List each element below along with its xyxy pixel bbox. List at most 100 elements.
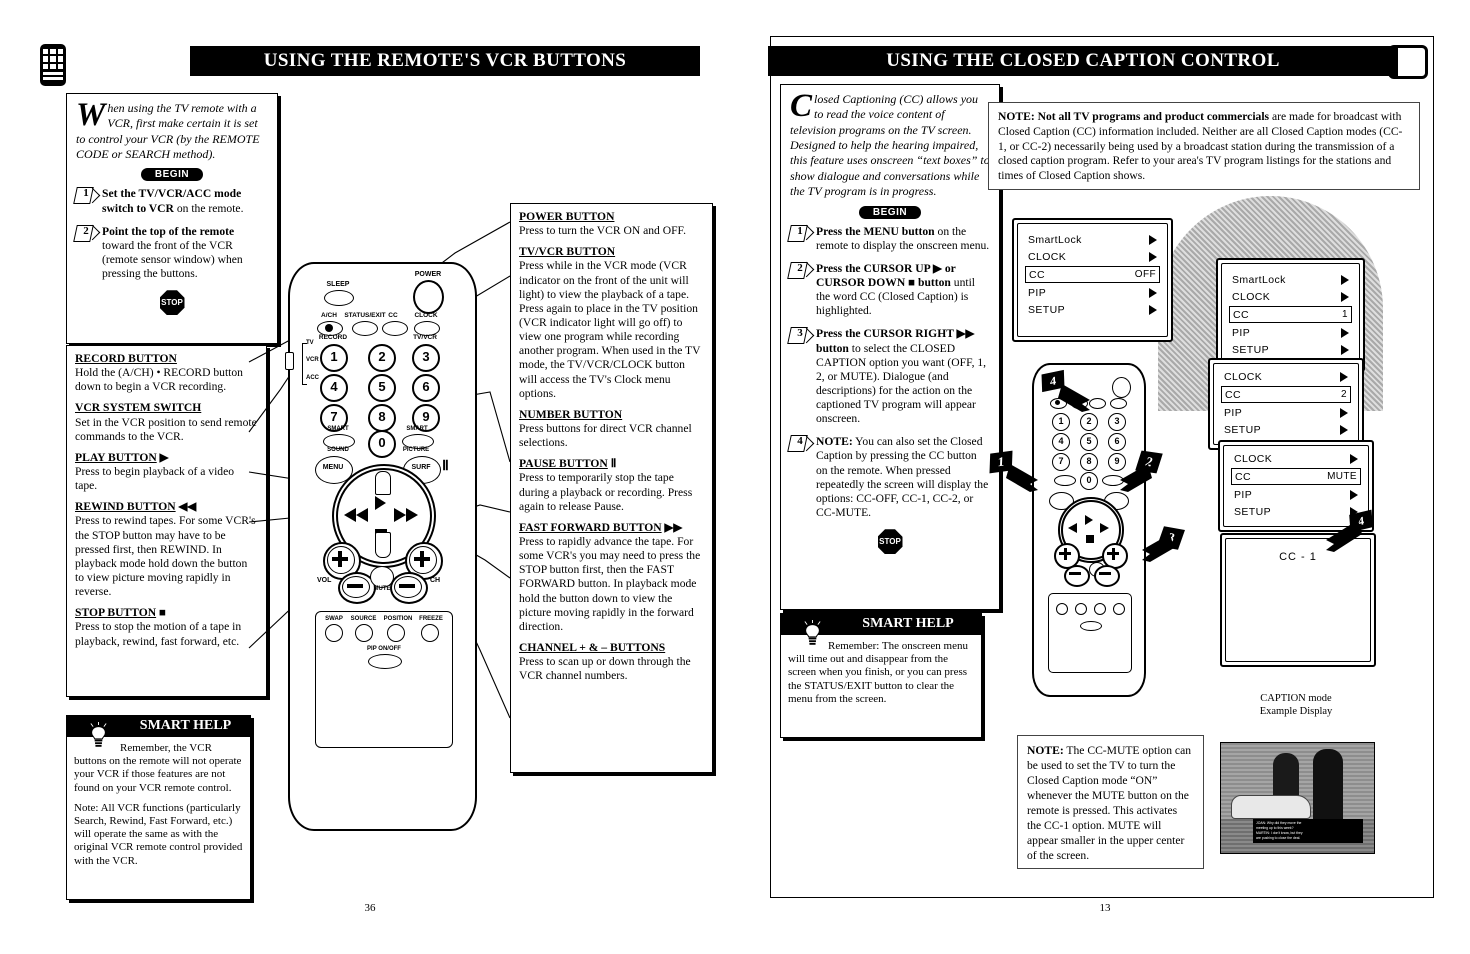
cc-number-0[interactable]: 0 [1080, 472, 1098, 490]
menu-row[interactable]: PIP [1234, 487, 1358, 502]
plus2-v-icon [420, 551, 424, 567]
remote-number-1[interactable]: 1 [320, 344, 348, 372]
menu-row[interactable]: PIP [1232, 325, 1349, 340]
menu-row[interactable]: CLOCK [1224, 369, 1348, 384]
cc-pip-onoff[interactable] [1080, 621, 1102, 631]
remote-number-6[interactable]: 6 [412, 374, 440, 402]
cc-pip-freeze[interactable] [1113, 603, 1125, 615]
right-steps: 1 Press the MENU button on the remote to… [790, 225, 990, 521]
pip-button-onoff[interactable] [368, 654, 402, 669]
cc-pip-swap[interactable] [1056, 603, 1068, 615]
remote-number-0[interactable]: 0 [368, 430, 396, 458]
fast-forward-icon: ▶▶ [664, 520, 683, 534]
cc-pip-source[interactable] [1075, 603, 1087, 615]
remote-label-ch: CH [430, 577, 441, 584]
cc-number-3[interactable]: 3 [1108, 413, 1126, 431]
cc-dpad-stop-icon[interactable] [1086, 535, 1094, 543]
pip-button-source[interactable] [355, 624, 373, 642]
switch-slider[interactable] [285, 352, 294, 370]
left-stop-badge: STOP [159, 290, 185, 316]
cc-number-8[interactable]: 8 [1080, 453, 1098, 471]
cc-number-5[interactable]: 5 [1080, 433, 1098, 451]
remote-control-icon [40, 44, 66, 86]
chevron-right-icon [1341, 327, 1349, 338]
step-number-2: 2 [74, 225, 98, 239]
cc-remote-clock[interactable] [1110, 398, 1127, 409]
dpad-down-icon[interactable] [375, 532, 391, 558]
dpad-play-icon[interactable] [375, 496, 386, 510]
menu-row-selected[interactable]: CC 1 [1229, 306, 1352, 323]
cc-remote-ch-down[interactable] [1094, 565, 1120, 587]
left-smart-help: SMART HELP Remember, the VCR buttons on … [66, 715, 251, 900]
remote-number-8[interactable]: 8 [368, 404, 396, 432]
right-intro-text: C losed Captioning (CC) allows you to re… [790, 88, 990, 199]
rewind-icon: ◀◀ [178, 500, 197, 514]
cc-remote-power[interactable] [1112, 377, 1131, 398]
menu-row[interactable]: SETUP [1232, 342, 1349, 357]
callout-rewind-button: REWIND BUTTON ◀◀ Press to rewind tapes. … [75, 500, 256, 599]
menu-row[interactable]: SETUP [1028, 302, 1157, 317]
chevron-right-icon [1149, 304, 1157, 315]
cc-dpad-fastforward-icon[interactable] [1100, 523, 1109, 533]
menu-row[interactable]: CLOCK [1232, 289, 1349, 304]
cc-step-number-2: 2 [788, 262, 812, 276]
remote-label-clock: CLOCK [414, 312, 438, 319]
remote-label-cc: CC [388, 312, 398, 319]
arrow-4-icon [1058, 384, 1090, 412]
chevron-right-icon [1340, 424, 1348, 435]
remote-label-smart-sound-top: SMART [327, 426, 349, 432]
cc-pip-position[interactable] [1094, 603, 1106, 615]
left-page: USING THE REMOTE'S VCR BUTTONS W hen usi… [0, 0, 740, 954]
menu-row-selected[interactable]: CC MUTE [1231, 468, 1361, 485]
remote-button-status-exit[interactable] [352, 321, 378, 336]
remote-button-sleep[interactable] [324, 290, 354, 306]
right-intro-box: C losed Captioning (CC) allows you to re… [780, 84, 1000, 610]
remote-number-4[interactable]: 4 [320, 374, 348, 402]
left-dropcap: W [76, 97, 106, 133]
menu-row[interactable]: SmartLock [1232, 272, 1349, 287]
menu-row-selected[interactable]: CC OFF [1025, 266, 1160, 283]
menu-row[interactable]: CLOCK [1234, 451, 1358, 466]
left-intro-text: W hen using the TV remote with a VCR, fi… [76, 97, 260, 162]
remote-button-power[interactable] [413, 280, 444, 314]
cc-remote-vol-down[interactable] [1064, 565, 1090, 587]
remote-label-tvvcr: TV/VCR [413, 334, 437, 341]
right-page-title: USING THE CLOSED CAPTION CONTROL [886, 50, 1280, 71]
menu-row[interactable]: CLOCK [1028, 249, 1157, 264]
left-intro-box: W hen using the TV remote with a VCR, fi… [66, 93, 278, 344]
dpad-fastforward-icon[interactable] [394, 508, 420, 522]
minus-icon [347, 584, 363, 588]
cc-dpad-rewind-icon[interactable] [1068, 523, 1077, 533]
menu-cc-off-inner: SmartLock CLOCK CC OFF PIP SETUP [1017, 223, 1168, 337]
mode-switch[interactable]: TV VCR ACC [296, 340, 324, 388]
remote-number-3[interactable]: 3 [412, 344, 440, 372]
remote-pause-glyph: Ⅱ [442, 457, 449, 473]
menu-cc-1: SmartLock CLOCK CC 1 PIP SETUP [1216, 258, 1365, 372]
chevron-right-icon [1350, 489, 1358, 500]
cc-step-number-1: 1 [788, 225, 812, 239]
remote-number-2[interactable]: 2 [368, 344, 396, 372]
chevron-right-icon [1340, 407, 1348, 418]
menu-row[interactable]: PIP [1224, 405, 1348, 420]
menu-row[interactable]: PIP [1028, 285, 1157, 300]
menu-row[interactable]: SmartLock [1028, 232, 1157, 247]
dpad-up-icon[interactable] [375, 471, 391, 495]
pip-button-freeze[interactable] [421, 624, 439, 642]
menu-row[interactable]: SETUP [1224, 422, 1348, 437]
callout-power-button: POWER BUTTON Press to turn the VCR ON an… [519, 210, 686, 238]
caption-example-photo: JOAN: Why did they move the meeting up t… [1220, 742, 1375, 854]
dpad-rewind-icon[interactable] [344, 508, 370, 522]
menu-row-selected[interactable]: CC 2 [1221, 386, 1351, 403]
callout-record-button: RECORD BUTTON Hold the (A/CH) • RECORD b… [75, 352, 243, 394]
right-smart-help-body: Remember: The onscreen menu will time ou… [788, 640, 968, 705]
remote-number-5[interactable]: 5 [368, 374, 396, 402]
cc-pip-panel [1048, 593, 1132, 673]
menu-cc-2-inner: CLOCK CC 2 PIP SETUP [1213, 363, 1359, 445]
left-page-title: USING THE REMOTE'S VCR BUTTONS [263, 50, 627, 71]
pip-button-position[interactable] [387, 624, 405, 642]
switch-label-vcr: VCR [306, 357, 319, 363]
right-page: USING THE CLOSED CAPTION CONTROL C losed… [740, 0, 1470, 954]
cc-dpad-play-icon[interactable] [1085, 515, 1093, 525]
pip-button-swap[interactable] [325, 624, 343, 642]
chevron-right-icon [1341, 344, 1349, 355]
